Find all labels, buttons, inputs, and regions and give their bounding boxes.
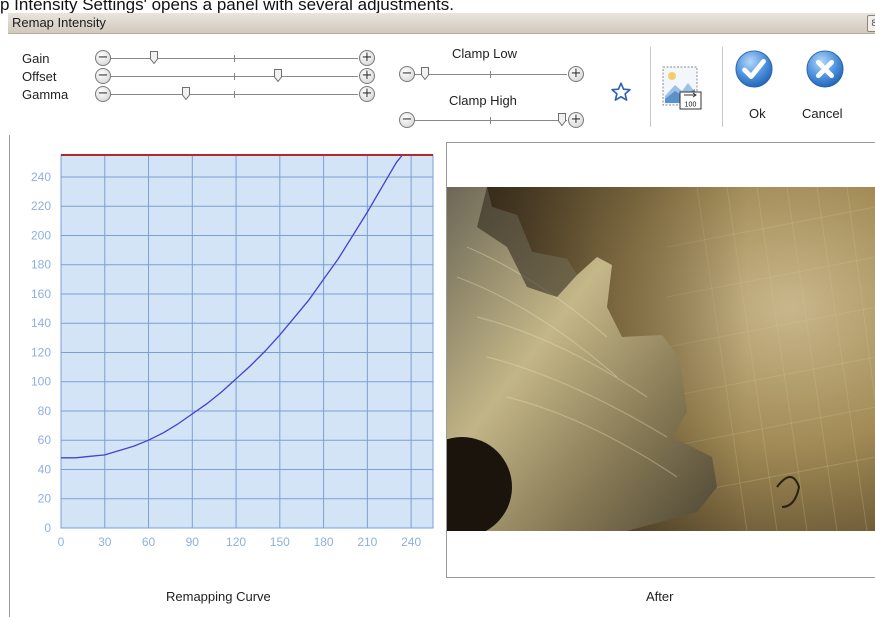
minus-icon: − — [97, 50, 109, 65]
y-tick-label: 80 — [38, 404, 52, 418]
offset-slider-thumb[interactable] — [274, 69, 283, 82]
clamp-low-slider-track[interactable] — [415, 74, 567, 75]
plus-icon: + — [361, 68, 373, 83]
plus-icon: + — [361, 86, 373, 101]
gear-photo — [447, 187, 875, 531]
clamp-low-label: Clamp Low — [452, 46, 518, 61]
y-tick-label: 160 — [31, 287, 51, 301]
remapping-curve-svg: 0 30 60 90 120 150 180 210 240 0 20 40 60 80 100 120 140… — [31, 154, 434, 549]
clamp-low-increase-button[interactable]: + — [568, 66, 584, 82]
plot-area — [60, 154, 434, 529]
minus-icon: − — [401, 112, 413, 127]
gamma-slider-thumb[interactable] — [181, 87, 190, 100]
plus-icon: + — [570, 66, 582, 81]
clamp-low-center-tick — [490, 71, 491, 78]
y-tick-label: 240 — [31, 170, 51, 184]
star-icon[interactable] — [610, 81, 632, 103]
clamp-high-decrease-button[interactable]: − — [399, 112, 415, 128]
gain-center-tick — [234, 55, 235, 62]
ok-button-label: Ok — [749, 106, 766, 121]
x-icon — [806, 50, 844, 88]
y-tick-label: 140 — [31, 316, 51, 330]
x-tick-label: 120 — [226, 535, 246, 549]
y-tick-label: 20 — [38, 492, 52, 506]
gamma-label: Gamma — [22, 87, 69, 102]
offset-decrease-button[interactable]: − — [95, 68, 111, 84]
y-tick-label: 0 — [44, 521, 51, 535]
x-tick-label: 0 — [58, 535, 65, 549]
after-label: After — [646, 589, 674, 604]
clamp-high-slider-track[interactable] — [415, 120, 567, 121]
toolbar: Gain − + Offset − + Gamma − + Clamp Low … — [9, 39, 875, 135]
y-tick-label: 120 — [31, 345, 51, 359]
offset-center-tick — [234, 73, 235, 80]
clamp-low-slider-thumb[interactable] — [420, 67, 429, 80]
x-tick-label: 30 — [98, 535, 112, 549]
x-tick-label: 240 — [401, 535, 421, 549]
x-tick-label: 90 — [186, 535, 200, 549]
plus-icon: + — [361, 50, 373, 65]
clamp-high-slider-thumb[interactable] — [558, 113, 567, 126]
x-tick-label: 150 — [270, 535, 290, 549]
y-tick-label: 220 — [31, 199, 51, 213]
x-tick-label: 180 — [314, 535, 334, 549]
minus-icon: − — [97, 68, 109, 83]
y-tick-label: 200 — [31, 228, 51, 242]
gain-slider-thumb[interactable] — [150, 51, 159, 64]
clamp-high-label: Clamp High — [449, 93, 517, 108]
toolbar-separator — [722, 47, 723, 127]
offset-label: Offset — [22, 69, 57, 84]
minus-icon: − — [401, 66, 413, 81]
x-tick-label: 210 — [357, 535, 377, 549]
window-title: Remap Intensity — [12, 15, 106, 30]
minus-icon: − — [97, 86, 109, 101]
gain-label: Gain — [22, 51, 50, 66]
remapping-curve-label: Remapping Curve — [166, 589, 271, 604]
gamma-increase-button[interactable]: + — [359, 86, 375, 102]
ok-button[interactable]: Ok — [732, 47, 780, 127]
toolbar-separator — [650, 47, 651, 127]
y-tick-label: 40 — [38, 462, 52, 476]
x-tick-label: 60 — [142, 535, 156, 549]
image-preview-icon[interactable]: 100 — [662, 66, 702, 110]
checkmark-icon — [735, 50, 773, 88]
clamp-high-center-tick — [490, 117, 491, 124]
offset-increase-button[interactable]: + — [359, 68, 375, 84]
gain-decrease-button[interactable]: − — [95, 50, 111, 66]
cancel-button[interactable]: Cancel — [795, 47, 859, 127]
gain-increase-button[interactable]: + — [359, 50, 375, 66]
plus-icon: + — [570, 112, 582, 127]
remapping-curve-chart: 0 30 60 90 120 150 180 210 240 0 20 40 60 80 100 120 140… — [9, 135, 439, 555]
cancel-button-label: Cancel — [802, 106, 843, 121]
window-close-button[interactable]: 8 — [867, 15, 875, 32]
gamma-center-tick — [234, 91, 235, 98]
preview-zoom-text: 100 — [685, 102, 697, 109]
y-tick-label: 100 — [31, 375, 51, 389]
gamma-decrease-button[interactable]: − — [95, 86, 111, 102]
y-tick-label: 180 — [31, 258, 51, 272]
window-titlebar: Remap Intensity 8 — [8, 13, 875, 34]
clamp-high-increase-button[interactable]: + — [568, 112, 584, 128]
clamp-low-decrease-button[interactable]: − — [399, 66, 415, 82]
after-image-panel — [446, 142, 875, 578]
y-tick-label: 60 — [38, 433, 52, 447]
